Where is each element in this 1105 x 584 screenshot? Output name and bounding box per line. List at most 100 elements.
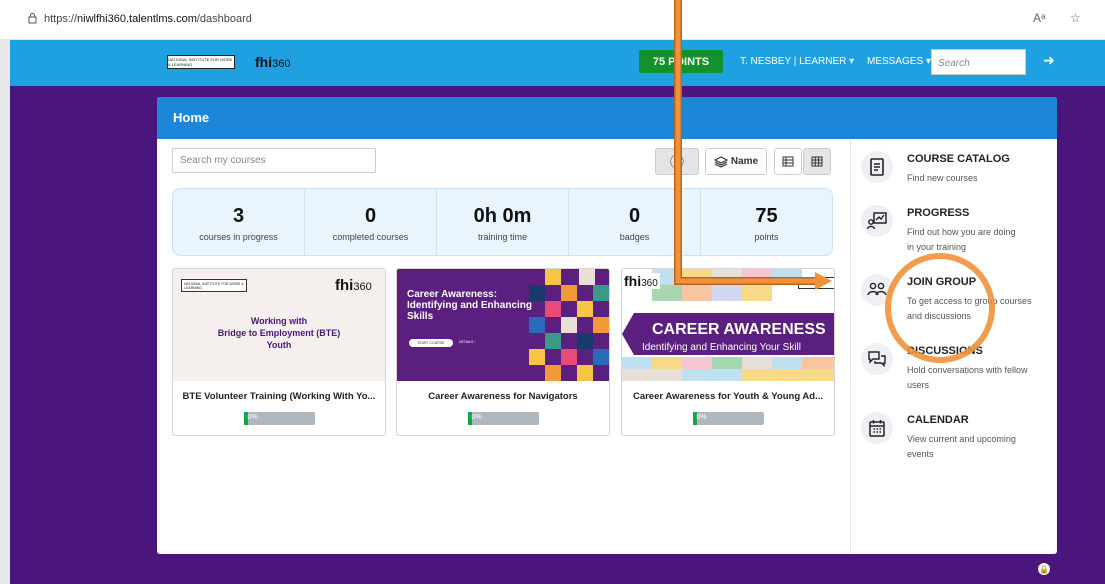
read-aloud-icon[interactable]: Aᵃ <box>1033 11 1045 25</box>
stat-label: courses in progress <box>199 232 278 242</box>
thumb-subheading: Identifying and Enhancing Your Skill <box>642 342 802 353</box>
course-search-input[interactable]: Search my courses <box>172 148 376 173</box>
fhi-logo-number: 360 <box>272 58 291 70</box>
sidebar-item-title: DISCUSSIONS <box>907 345 983 357</box>
thumb-line: Skills <box>407 311 434 322</box>
thumb-fhi-number: 360 <box>353 281 372 293</box>
fhi360-logo[interactable]: fhi360 <box>255 54 290 70</box>
sidebar-item-title: JOIN GROUP <box>907 276 977 288</box>
sidebar-desc-line: Find new courses <box>907 173 978 183</box>
progress-label: 0% <box>471 414 482 421</box>
url-prefix: https:// <box>44 13 78 25</box>
grid-view-button[interactable] <box>803 148 831 175</box>
sidebar-desc-line: in your training <box>907 242 967 252</box>
sidebar-desc-line: Hold conversations with fellow <box>907 365 1028 375</box>
stat-courses-in-progress: 3 courses in progress <box>173 189 305 255</box>
sidebar-item-desc: Find out how you are doing in your traini… <box>907 225 1016 255</box>
left-edge <box>0 40 10 584</box>
progress-icon <box>861 205 893 237</box>
sidebar-item-calendar[interactable]: CALENDAR View current and upcoming events <box>861 412 1016 462</box>
list-view-button[interactable] <box>774 148 802 175</box>
progress-bar: 0% <box>467 412 539 425</box>
sidebar-item-desc: Hold conversations with fellow users <box>907 363 1028 393</box>
info-button[interactable]: ⓘ <box>655 148 699 175</box>
sidebar-item-desc: View current and upcoming events <box>907 432 1016 462</box>
sidebar-desc-line: Find out how you are doing <box>907 227 1016 237</box>
course-title[interactable]: Career Awareness for Youth & Young Ad... <box>622 381 834 402</box>
grid-view-icon <box>811 156 823 167</box>
thumb-fhi-number: 360 <box>641 278 658 289</box>
sidebar-item-desc: To get access to group courses and discus… <box>907 294 1032 324</box>
sidebar-item-discussions[interactable]: DISCUSSIONS Hold conversations with fello… <box>861 343 1028 393</box>
sidebar-desc-line: users <box>907 380 930 390</box>
course-thumbnail[interactable]: Career Awareness: Identifying and Enhanc… <box>397 269 609 381</box>
thumb-caption: Career Awareness: Identifying and Enhanc… <box>407 289 532 322</box>
stat-label: points <box>754 232 779 242</box>
catalog-icon <box>861 151 893 183</box>
sort-label: Name <box>730 156 759 167</box>
user-menu[interactable]: T. NESBEY | LEARNER ▾ <box>740 56 854 67</box>
padlock-icon[interactable]: 🔒 <box>1038 563 1050 575</box>
stat-label: training time <box>477 232 528 242</box>
url-text[interactable]: https://niwlfhi360.talentlms.com/dashboa… <box>44 13 252 25</box>
sidebar-desc-line: View current and upcoming <box>907 434 1016 444</box>
sidebar-item-title: CALENDAR <box>907 414 969 426</box>
progress-bar: 0% <box>692 412 764 425</box>
discussions-icon <box>861 343 893 375</box>
layers-icon <box>713 155 728 168</box>
thumb-line: Career Awareness: <box>407 289 498 300</box>
messages-menu[interactable]: MESSAGES ▾ <box>867 56 931 67</box>
stat-value: 0 <box>364 205 377 227</box>
thumb-line: Youth <box>266 340 292 350</box>
page-title: Home <box>157 97 1057 139</box>
sidebar-item-title: PROGRESS <box>907 207 970 219</box>
thumb-fhi-text: fhi <box>624 273 642 289</box>
stat-completed-courses: 0 completed courses <box>305 189 437 255</box>
thumb-org-logo: WORK & LE <box>798 277 834 289</box>
stat-value: 0 <box>628 205 641 227</box>
header-search-input[interactable]: Search <box>931 49 1026 75</box>
course-thumbnail[interactable]: fhi360 WORK & LE CAREER AWARENESS Identi… <box>622 269 834 381</box>
thumb-details-link: DETAILS › <box>459 340 476 344</box>
calendar-icon <box>861 412 893 444</box>
favorite-icon[interactable]: ☆ <box>1070 11 1081 25</box>
progress-bar: 0% <box>243 412 315 425</box>
thumb-start-button: START COURSE <box>409 339 453 347</box>
thumb-pattern <box>529 269 609 381</box>
fhi-logo-text: fhi <box>255 54 273 70</box>
nwl-logo[interactable]: NATIONAL INSTITUTE FOR WORK & LEARNING <box>167 55 235 69</box>
sidebar-item-desc: Find new courses <box>907 171 1010 186</box>
course-thumbnail[interactable]: NATIONAL INSTITUTE FOR WORK & LEARNING f… <box>173 269 385 381</box>
logout-icon[interactable]: ➜ <box>1043 52 1055 69</box>
stat-value: 0h 0m <box>473 205 532 227</box>
sort-button[interactable]: Name <box>705 148 767 175</box>
progress-label: 0% <box>247 414 258 421</box>
thumb-org-logo: NATIONAL INSTITUTE FOR WORK & LEARNING <box>181 279 247 292</box>
thumb-fhi-logo: fhi360 <box>335 277 372 294</box>
url-host: niwlfhi360.talentlms.com <box>77 13 197 25</box>
course-title[interactable]: BTE Volunteer Training (Working With Yo.… <box>173 381 385 402</box>
info-icon: ⓘ <box>670 153 684 170</box>
thumb-fhi-logo: fhi360 <box>622 273 660 289</box>
thumb-line: Identifying and Enhancing <box>407 300 532 311</box>
stat-value: 3 <box>232 205 245 227</box>
lock-icon <box>28 13 37 24</box>
stats-bar: 3 courses in progress 0 completed courses … <box>172 188 833 256</box>
browser-address-bar[interactable]: https://niwlfhi360.talentlms.com/dashboa… <box>0 0 1105 40</box>
thumb-line: Working with <box>250 316 308 326</box>
course-card-navigators[interactable]: Career Awareness: Identifying and Enhanc… <box>396 268 610 436</box>
sidebar-item-course-catalog[interactable]: COURSE CATALOG Find new courses <box>861 151 1010 186</box>
points-badge[interactable]: 75 POINTS <box>639 50 723 73</box>
thumb-heading: CAREER AWARENESS <box>652 321 826 338</box>
course-card-bte[interactable]: NATIONAL INSTITUTE FOR WORK & LEARNING f… <box>172 268 386 436</box>
stat-label: completed courses <box>332 232 409 242</box>
course-title[interactable]: Career Awareness for Navigators <box>397 381 609 402</box>
stat-badges: 0 badges <box>569 189 701 255</box>
sidebar-item-join-group[interactable]: JOIN GROUP To get access to group courses… <box>861 274 1032 324</box>
top-navigation-bar: NATIONAL INSTITUTE FOR WORK & LEARNING f… <box>10 40 1105 86</box>
home-panel: Home Search my courses ⓘ Name 3 courses i… <box>157 97 1057 554</box>
course-card-youth[interactable]: fhi360 WORK & LE CAREER AWARENESS Identi… <box>621 268 835 436</box>
thumb-caption: Working with Bridge to Employment (BTE) … <box>173 315 385 351</box>
quick-links-sidebar: COURSE CATALOG Find new courses PROGRESS F… <box>850 139 1057 554</box>
sidebar-item-progress[interactable]: PROGRESS Find out how you are doing in you… <box>861 205 1016 255</box>
